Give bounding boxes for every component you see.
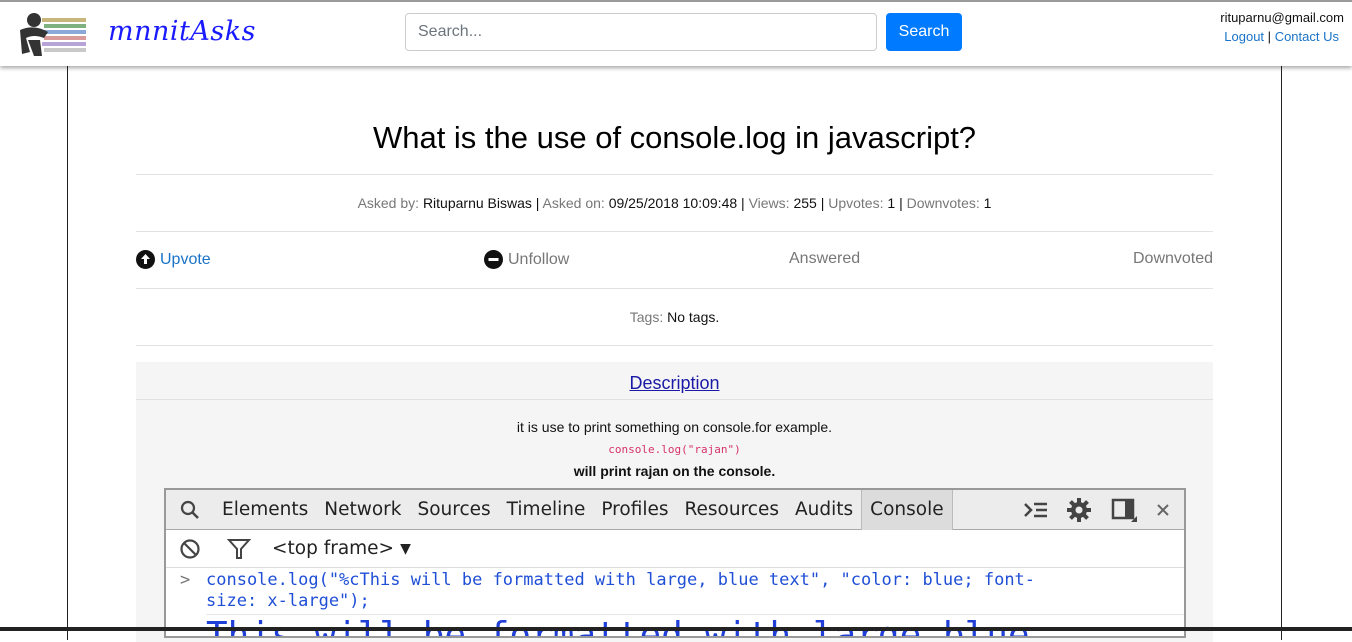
description-heading: Description: [136, 362, 1213, 400]
user-links: Logout | Contact Us: [1224, 29, 1339, 44]
brand-name[interactable]: mnnitAsks: [108, 16, 256, 47]
console-code: console.log("%cThis will be formatted wi…: [206, 570, 1156, 612]
downvotes-label: Downvotes:: [906, 195, 980, 211]
views-value: 255: [793, 195, 817, 211]
contact-link[interactable]: Contact Us: [1275, 29, 1339, 44]
tags-line: Tags: No tags.: [136, 309, 1213, 325]
devtools-tab-elements: Elements: [222, 498, 309, 520]
clear-console-icon: [166, 538, 214, 560]
gear-icon: [1056, 497, 1102, 523]
question-title: What is the use of console.log in javasc…: [372, 120, 977, 155]
devtools-tab-console: Console: [861, 490, 953, 530]
minus-icon: [484, 250, 503, 269]
close-icon: [1146, 503, 1180, 517]
upvotes-value: 1: [887, 195, 896, 211]
tags-label: Tags:: [629, 309, 664, 325]
dock-icon: [1102, 498, 1146, 522]
answered-status: Answered: [789, 250, 861, 267]
devtools-tab-profiles: Profiles: [601, 498, 669, 520]
search-input[interactable]: [405, 13, 877, 51]
arrow-up-icon: [136, 250, 155, 269]
divider: [136, 345, 1213, 346]
devtools-tab-audits: Audits: [795, 498, 854, 520]
window-bottom-edge: [0, 627, 1352, 631]
console-output: This will be formatted with large blue: [206, 614, 1184, 636]
filter-icon: [214, 538, 264, 560]
description-code: console.log("rajan"): [608, 443, 741, 456]
upvote-button[interactable]: Upvote: [136, 250, 211, 269]
divider: [136, 288, 1213, 289]
downvotes-value: 1: [983, 195, 992, 211]
asked-on-value: 09/25/2018 10:09:48: [608, 195, 738, 211]
upvotes-label: Upvotes:: [828, 195, 884, 211]
unfollow-button[interactable]: Unfollow: [484, 250, 569, 269]
asked-on-label: Asked on:: [542, 195, 605, 211]
tags-value: No tags.: [667, 309, 720, 325]
user-email: rituparnu@gmail.com: [1220, 10, 1344, 25]
views-label: Views:: [748, 195, 790, 211]
devtools-tab-sources: Sources: [417, 498, 491, 520]
console-code-line: size: x-large");: [206, 591, 370, 611]
logo-icon[interactable]: [14, 12, 114, 58]
asked-by-value: Rituparnu Biswas: [422, 195, 532, 211]
unfollow-label: Unfollow: [508, 250, 570, 268]
console-drawer-icon: [1016, 500, 1056, 520]
search-button[interactable]: Search: [886, 13, 962, 51]
description-link[interactable]: Description: [629, 373, 719, 393]
chevron-down-icon: ▼: [400, 540, 411, 557]
asked-by-label: Asked by:: [357, 195, 420, 211]
devtools-icons: [1016, 490, 1180, 530]
frame-selector: <top frame>: [272, 538, 395, 559]
console-code-line: console.log("%cThis will be formatted wi…: [206, 570, 1036, 590]
navbar: mnnitAsks Search rituparnu@gmail.com Log…: [0, 0, 1352, 66]
devtools-filter-bar: <top frame> ▼: [166, 530, 1184, 568]
divider: [136, 174, 1213, 175]
search-icon: [166, 499, 214, 521]
devtools-tab-timeline: Timeline: [506, 498, 586, 520]
description-bold-text: will print rajan on the console.: [573, 463, 776, 479]
separator: |: [1267, 29, 1272, 44]
logout-link[interactable]: Logout: [1224, 29, 1264, 44]
upvote-label: Upvote: [160, 250, 211, 268]
question-meta: Asked by: Rituparnu Biswas | Asked on: 0…: [357, 195, 992, 211]
description-text: it is use to print something on console.…: [516, 419, 833, 435]
devtools-screenshot: Elements Network Sources Timeline Profil…: [164, 488, 1186, 638]
devtools-tab-network: Network: [324, 498, 402, 520]
devtools-tab-resources: Resources: [684, 498, 779, 520]
divider: [136, 231, 1213, 232]
console-prompt: >: [180, 570, 191, 590]
downvoted-status: Downvoted: [1133, 250, 1214, 267]
